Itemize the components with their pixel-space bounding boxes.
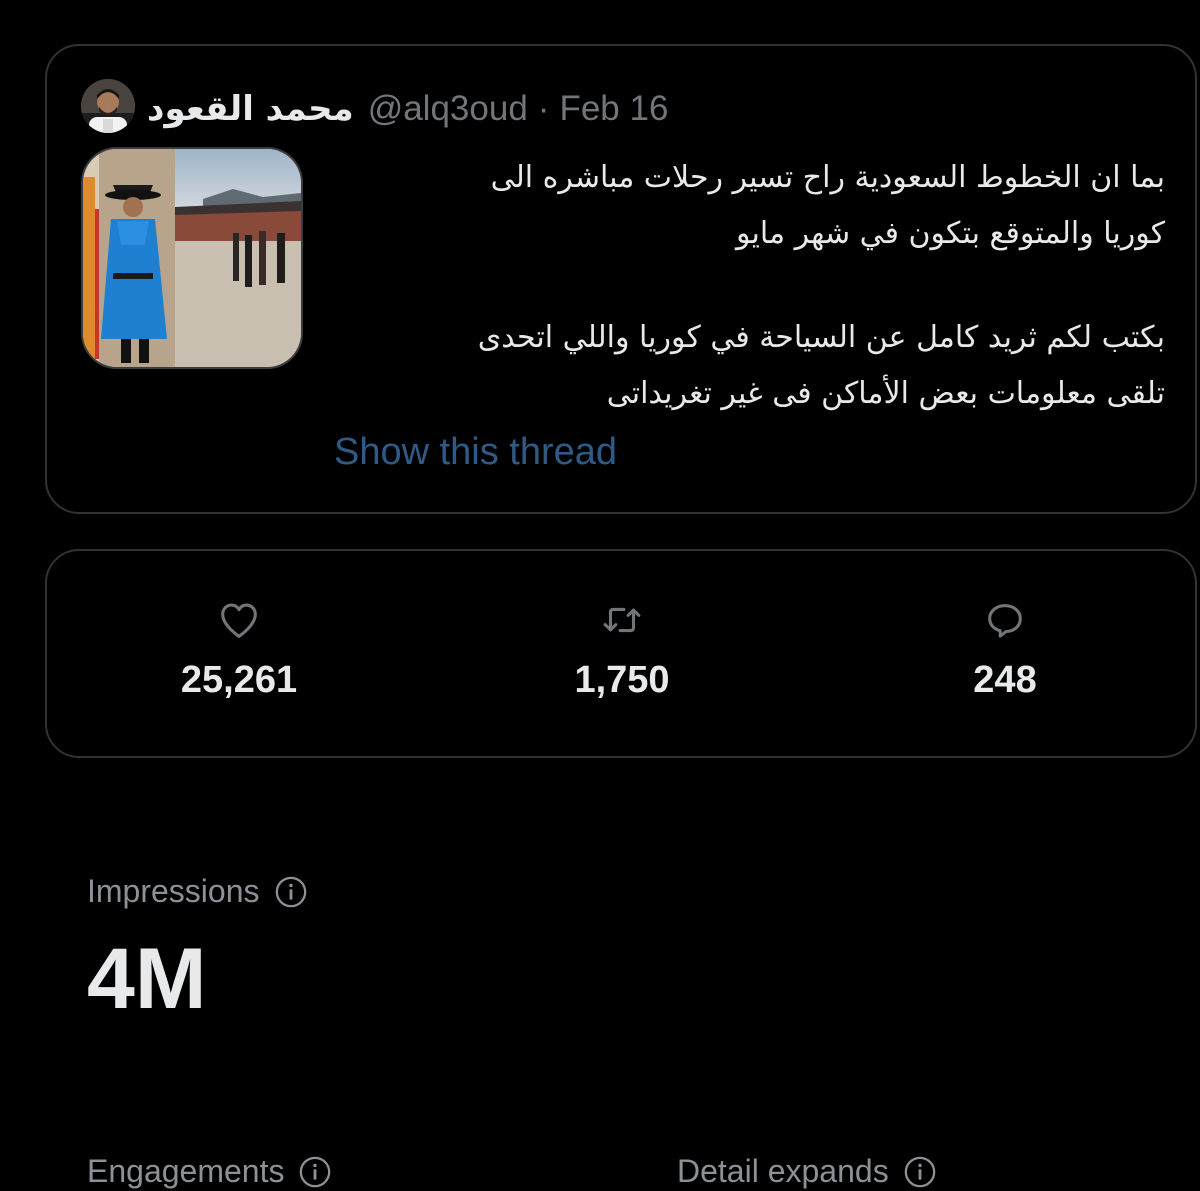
tweet-text-line: كوريا والمتوقع بتكون في شهر مايو	[735, 216, 1165, 251]
info-icon[interactable]	[274, 875, 308, 909]
separator-dot: ·	[537, 89, 550, 128]
impressions-label-text: Impressions	[87, 873, 260, 909]
info-icon[interactable]	[298, 1155, 332, 1189]
retweets-stat[interactable]: 1,750	[492, 597, 752, 702]
tweet-text-line: بما ان الخطوط السعودية راح تسير رحلات مب…	[490, 160, 1165, 195]
engagement-stats-card: 25,261 1,750 248	[45, 549, 1197, 758]
quoted-tweet-card[interactable]: محمد القعود @alq3oud · Feb 16 بما ان الخ…	[45, 44, 1197, 514]
likes-count: 25,261	[180, 659, 298, 701]
reply-icon	[988, 604, 1022, 638]
info-icon[interactable]	[903, 1155, 937, 1189]
retweet-icon	[603, 607, 641, 633]
tweet-media-thumbnail[interactable]	[81, 147, 303, 369]
show-thread-link[interactable]: Show this thread	[334, 431, 617, 474]
engagements-label: Engagements	[87, 1153, 332, 1190]
likes-stat[interactable]: 25,261	[109, 597, 369, 702]
author-handle[interactable]: @alq3oud	[368, 89, 528, 129]
tweet-text-line: بكتب لكم ثريد كامل عن السياحة في كوريا و…	[477, 320, 1165, 355]
replies-count: 248	[973, 659, 1037, 701]
palace-guard-photo	[83, 149, 301, 367]
tweet-header: محمد القعود @alq3oud · Feb 16	[147, 84, 668, 134]
tweet-text: بما ان الخطوط السعودية راح تسير رحلات مب…	[365, 150, 1165, 422]
heart-icon	[221, 603, 257, 638]
detail-expands-label-text: Detail expands	[677, 1153, 889, 1189]
avatar-photo	[81, 79, 135, 133]
tweet-date[interactable]: Feb 16	[559, 89, 668, 129]
replies-stat[interactable]: 248	[875, 597, 1135, 702]
avatar[interactable]	[81, 79, 135, 133]
retweets-count: 1,750	[574, 659, 670, 701]
impressions-value: 4M	[87, 931, 207, 1027]
tweet-text-line: تلقى معلومات بعض الأماكن فى غير تغريداتى	[606, 376, 1165, 411]
impressions-label: Impressions	[87, 873, 308, 910]
engagements-label-text: Engagements	[87, 1153, 285, 1189]
author-name[interactable]: محمد القعود	[147, 89, 354, 129]
detail-expands-label: Detail expands	[677, 1153, 937, 1190]
